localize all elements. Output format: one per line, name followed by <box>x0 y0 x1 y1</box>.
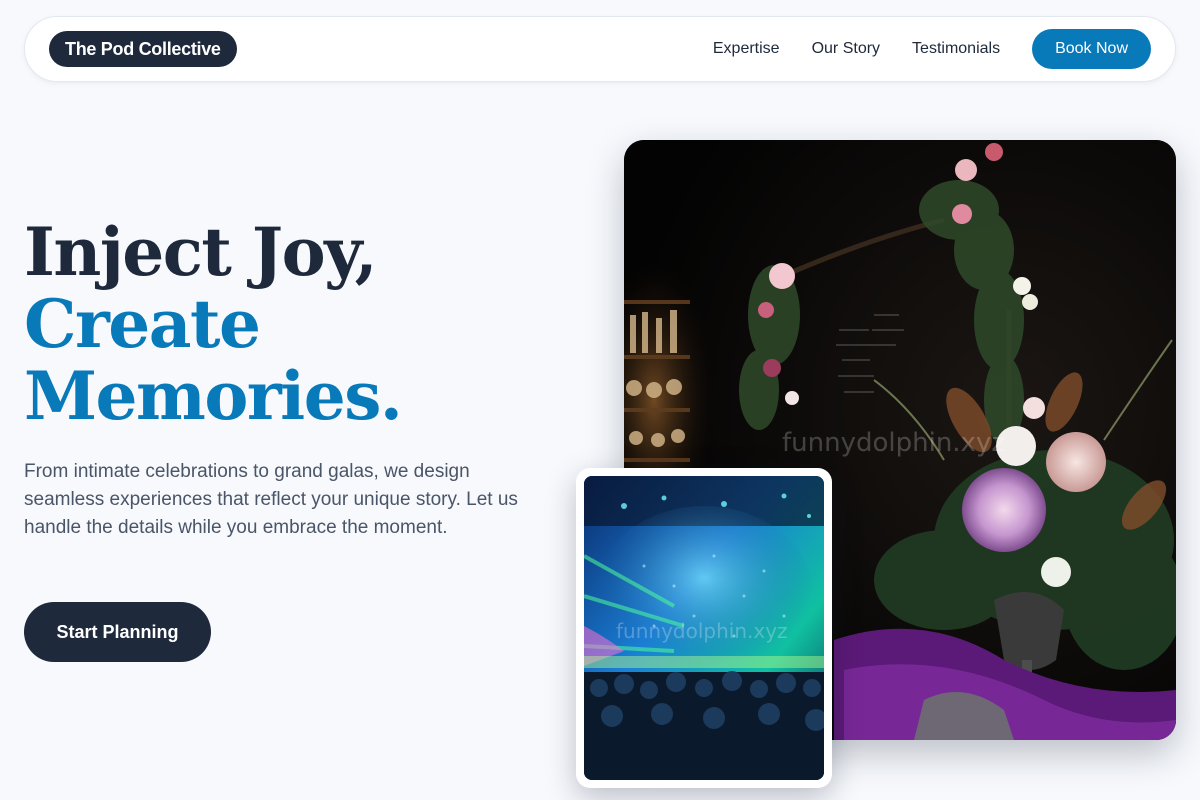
main-image-watermark: funnydolphin.xyz <box>782 428 1005 458</box>
hero-title-line-1: Inject Joy, <box>24 213 378 291</box>
concert-photo: funnydolphin.xyz <box>584 476 824 780</box>
hero-title-line-3: Memories. <box>24 357 403 435</box>
book-now-button[interactable]: Book Now <box>1032 29 1151 69</box>
nav-link-expertise[interactable]: Expertise <box>713 29 780 69</box>
concert-photo-card: funnydolphin.xyz <box>576 468 832 788</box>
top-navbar: The Pod Collective Expertise Our Story T… <box>24 16 1176 82</box>
nav-links: Expertise Our Story Testimonials Book No… <box>713 29 1151 69</box>
hero-description: From intimate celebrations to grand gala… <box>24 461 518 538</box>
hero-title-line-2: Create <box>24 285 261 363</box>
nav-link-our-story[interactable]: Our Story <box>812 29 880 69</box>
nav-link-testimonials[interactable]: Testimonials <box>912 29 1000 69</box>
brand-logo[interactable]: The Pod Collective <box>49 31 237 67</box>
concert-crowd-illustration: funnydolphin.xyz <box>584 476 824 780</box>
hero-title: Inject Joy, Create Memories. <box>24 213 403 435</box>
start-planning-button[interactable]: Start Planning <box>24 602 211 662</box>
secondary-image-watermark: funnydolphin.xyz <box>616 619 788 643</box>
